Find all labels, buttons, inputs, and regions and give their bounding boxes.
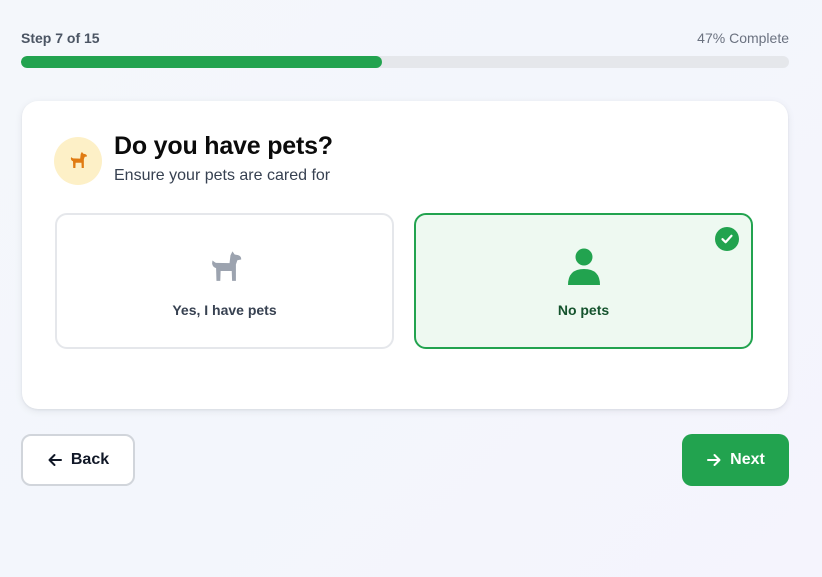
question-card: Do you have pets? Ensure your pets are c…	[22, 101, 788, 409]
back-button-label: Back	[70, 451, 110, 468]
question-subtitle: Ensure your pets are cared for	[114, 167, 331, 184]
arrow-right-icon	[706, 452, 722, 468]
person-icon	[562, 247, 606, 287]
option-label: Yes, I have pets	[172, 302, 277, 318]
progress-bar-fill	[21, 56, 382, 68]
option-no-pets[interactable]: No pets	[414, 213, 753, 349]
back-button[interactable]: Back	[21, 434, 135, 486]
arrow-left-icon	[47, 452, 63, 468]
progress-header: Step 7 of 15 47% Complete	[21, 30, 789, 46]
progress-bar	[21, 56, 789, 68]
option-label: No pets	[557, 302, 610, 318]
percent-complete: 47% Complete	[697, 30, 789, 46]
step-counter: Step 7 of 15	[21, 30, 100, 46]
check-icon	[715, 227, 739, 251]
dog-icon	[203, 247, 247, 287]
next-button-label: Next	[730, 451, 765, 468]
question-title: Do you have pets?	[114, 132, 333, 160]
option-yes-have-pets[interactable]: Yes, I have pets	[55, 213, 394, 349]
next-button[interactable]: Next	[682, 434, 789, 486]
dog-icon	[54, 137, 102, 185]
